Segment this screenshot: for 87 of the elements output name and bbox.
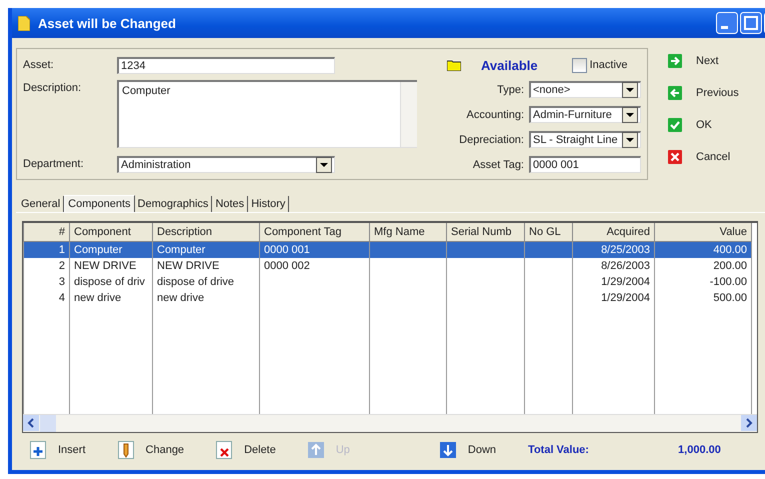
scroll-thumb[interactable]: [40, 415, 56, 432]
table-cell: 1: [58, 244, 65, 256]
table-cell: -100.00: [710, 276, 747, 288]
scroll-left-icon[interactable]: [23, 415, 39, 431]
table-cell: 3: [58, 276, 65, 288]
toolbar-button[interactable]: Change: [118, 441, 184, 459]
up-arrow-icon: [308, 441, 324, 459]
dropdown-arrow-icon[interactable]: [622, 132, 638, 148]
table-cell: new drive: [157, 292, 204, 304]
minimize-button[interactable]: [716, 12, 738, 34]
window-title: Asset will be Changed: [38, 16, 176, 30]
close-icon: [668, 150, 682, 164]
plus-icon: [30, 441, 46, 459]
maximize-button[interactable]: [740, 12, 762, 34]
column-header[interactable]: Mfg Name: [370, 223, 446, 242]
action-button[interactable]: OK: [668, 118, 739, 132]
action-button[interactable]: Previous: [668, 86, 739, 100]
right-arrow-icon: [668, 54, 682, 68]
department-label: Department:: [23, 157, 85, 170]
horizontal-scrollbar[interactable]: [23, 414, 757, 432]
table-cell: 2: [58, 260, 65, 272]
table-cell: 500.00: [713, 292, 747, 304]
column-header[interactable]: Value: [654, 223, 752, 242]
tab[interactable]: Components: [64, 195, 135, 212]
table-cell: 200.00: [713, 260, 747, 272]
action-button[interactable]: Cancel: [668, 150, 739, 164]
department-dropdown[interactable]: Administration: [117, 156, 335, 173]
column-header[interactable]: Serial Numb: [446, 223, 524, 242]
dropdown[interactable]: SL - Straight Line: [529, 131, 641, 148]
table-row[interactable]: 2 NEW DRIVE NEW DRIVE 0000 002 8/26/2003 200.00: [24, 258, 752, 274]
table-cell: new drive: [74, 292, 122, 304]
dropdown[interactable]: <none>: [529, 81, 641, 98]
column-header[interactable]: Description: [152, 223, 260, 242]
column-header[interactable]: Acquired: [572, 223, 654, 242]
asset-label: Asset:: [23, 58, 55, 71]
check-icon: [668, 118, 682, 132]
total-label: Total Value:: [528, 444, 590, 456]
table-cell: dispose of driv: [74, 276, 145, 288]
tab[interactable]: Demographics: [134, 196, 212, 212]
table-cell: 400.00: [713, 244, 747, 256]
table-cell: Computer: [157, 244, 206, 256]
status-label: Available: [481, 58, 538, 72]
table-row[interactable]: 4 new drive new drive 1/29/2004 500.00: [24, 290, 752, 306]
column-header[interactable]: Component: [70, 223, 152, 242]
column-header[interactable]: #: [24, 223, 70, 242]
table-cell: 8/26/2003: [601, 260, 650, 272]
folder-icon: [447, 60, 461, 70]
down-arrow-icon: [440, 441, 456, 459]
table-cell: dispose of drive: [157, 276, 234, 288]
delete-icon: [216, 441, 232, 459]
asset-tag-field[interactable]: 0000 001: [529, 156, 641, 173]
table-cell: 1/29/2004: [601, 292, 650, 304]
table-cell: 8/25/2003: [601, 244, 650, 256]
inactive-label: Inactive: [590, 59, 628, 71]
tab[interactable]: History: [248, 196, 290, 212]
description-label: Description:: [23, 81, 82, 94]
toolbar-button[interactable]: Insert: [30, 441, 86, 459]
table-cell: 1/29/2004: [601, 276, 650, 288]
column-header[interactable]: Component Tag: [260, 223, 370, 242]
document-icon: [18, 16, 30, 30]
column-header[interactable]: No GL: [524, 223, 572, 242]
asset-field[interactable]: 1234: [117, 57, 335, 74]
dropdown[interactable]: Admin-Furniture: [529, 106, 641, 123]
table-cell: 4: [58, 292, 65, 304]
pencil-icon: [118, 441, 134, 459]
toolbar-button[interactable]: Down: [440, 441, 496, 459]
action-button[interactable]: Next: [668, 54, 739, 68]
dropdown-arrow-icon[interactable]: [622, 107, 638, 123]
field-label: Accounting:: [466, 108, 524, 120]
table-row[interactable]: 3 dispose of driv dispose of drive 1/29/2004 -100.00: [24, 274, 752, 290]
table-cell: 0000 001: [264, 244, 310, 256]
field-label: Depreciation:: [459, 134, 524, 146]
table-cell: NEW DRIVE: [74, 260, 136, 272]
selected-row[interactable]: 1 Computer Computer 0000 001 8/25/2003 400.00: [24, 242, 752, 258]
description-field[interactable]: Computer: [117, 80, 417, 148]
table-cell: Computer: [74, 244, 122, 256]
toolbar-button[interactable]: Delete: [216, 441, 276, 459]
field-label: Type:: [497, 84, 524, 96]
total-value: 1,000.00: [678, 444, 721, 456]
left-arrow-icon: [668, 86, 682, 100]
scroll-right-icon[interactable]: [741, 415, 757, 431]
tab[interactable]: Notes: [212, 196, 248, 212]
table-cell: 0000 002: [264, 260, 310, 272]
dropdown-arrow-icon[interactable]: [316, 157, 332, 173]
field-label: Asset Tag:: [472, 158, 524, 170]
table-cell: NEW DRIVE: [157, 260, 220, 272]
dropdown-arrow-icon[interactable]: [622, 82, 638, 98]
